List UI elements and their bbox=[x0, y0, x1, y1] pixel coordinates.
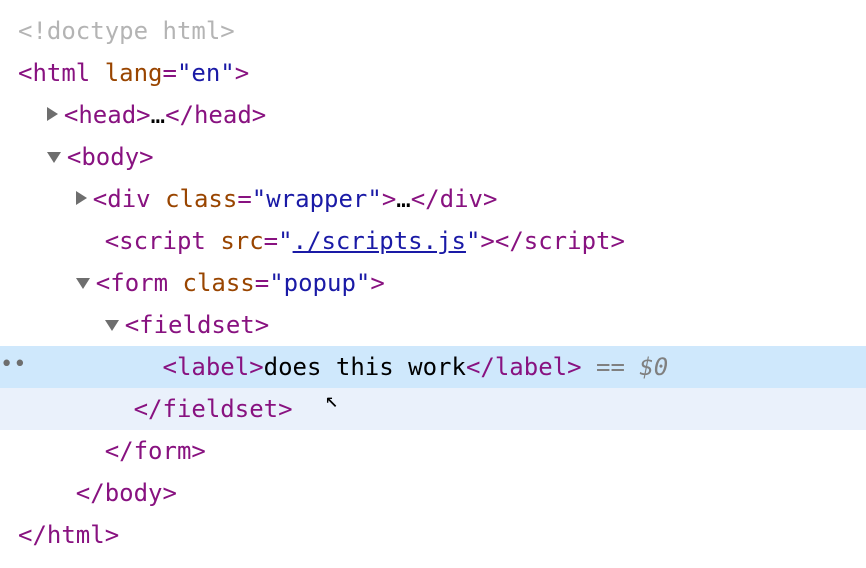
dom-line-form-close[interactable]: </form> bbox=[0, 430, 866, 472]
console-reference: == $0 bbox=[582, 353, 669, 381]
dom-line-fieldset-open[interactable]: <fieldset> bbox=[0, 304, 866, 346]
collapse-toggle-icon[interactable] bbox=[105, 320, 119, 331]
dom-line-div-wrapper[interactable]: <div class="wrapper">…</div> bbox=[0, 178, 866, 220]
expand-toggle-icon[interactable] bbox=[76, 191, 87, 205]
dom-line-html-close[interactable]: </html> bbox=[0, 514, 866, 556]
doctype-node: <!doctype html> bbox=[18, 17, 235, 45]
dom-line-body-close[interactable]: </body> bbox=[0, 472, 866, 514]
dom-line-label-selected[interactable]: •• <label>does this work</label> == $0 bbox=[0, 346, 866, 388]
mouse-cursor-icon: ↖ bbox=[325, 382, 338, 421]
dom-line-fieldset-close[interactable]: </fieldset>↖ bbox=[0, 388, 866, 430]
collapse-toggle-icon[interactable] bbox=[47, 152, 61, 163]
dom-line-script[interactable]: <script src="./scripts.js"></script> bbox=[0, 220, 866, 262]
expand-toggle-icon[interactable] bbox=[47, 107, 58, 121]
dom-line-body-open[interactable]: <body> bbox=[0, 136, 866, 178]
dom-line-head[interactable]: <head>…</head> bbox=[0, 94, 866, 136]
dom-line-html-open[interactable]: <html lang="en"> bbox=[0, 52, 866, 94]
breakpoint-gutter-icon[interactable]: •• bbox=[0, 346, 27, 385]
collapse-toggle-icon[interactable] bbox=[76, 278, 90, 289]
dom-line-doctype[interactable]: <!doctype html> bbox=[0, 10, 866, 52]
script-src-link[interactable]: ./scripts.js bbox=[293, 227, 466, 255]
dom-line-form-open[interactable]: <form class="popup"> bbox=[0, 262, 866, 304]
